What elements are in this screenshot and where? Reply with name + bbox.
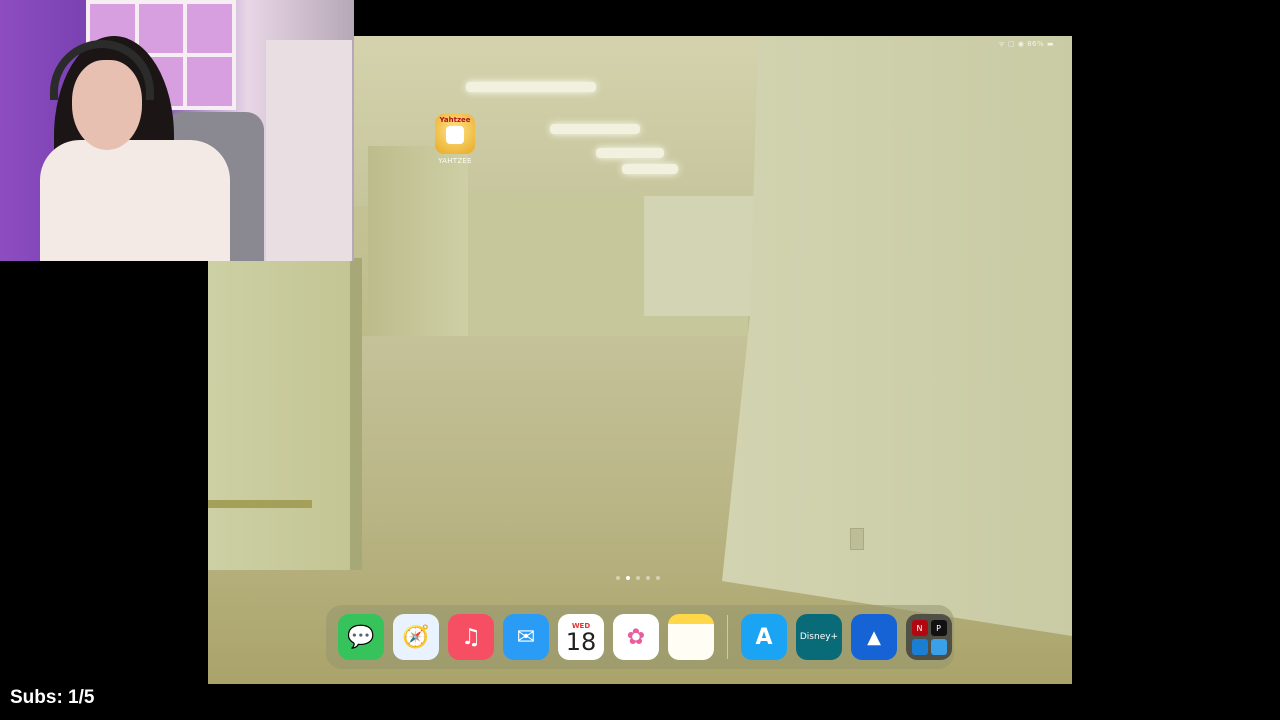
page-dot[interactable] (616, 576, 620, 580)
paramount-glyph: ▲ (867, 626, 881, 648)
music-glyph: ♫ (461, 624, 481, 650)
yahtzee-icon-title: Yahtzee (439, 116, 471, 124)
yahtzee-app[interactable]: Yahtzee YAHTZEE (432, 114, 478, 165)
app-store-icon[interactable]: A (741, 614, 787, 660)
baseboard (208, 500, 312, 508)
calendar-day: 18 (565, 628, 597, 656)
dice-icon (446, 126, 464, 144)
dock: 💬 🧭 ♫ ✉ WED 18 ✿ A Disney+ ▲ N P (326, 605, 954, 669)
mail-icon[interactable]: ✉ (503, 614, 549, 660)
page-dot-active[interactable] (626, 576, 630, 580)
calendar-icon[interactable]: WED 18 (558, 614, 604, 660)
status-bar: ᯤ ▢ ◉ 86% ▬ (998, 40, 1054, 48)
page-dot[interactable] (656, 576, 660, 580)
app-store-glyph: A (755, 624, 773, 650)
messages-glyph: 💬 (347, 624, 375, 650)
music-icon[interactable]: ♫ (448, 614, 494, 660)
streamer-body (40, 140, 230, 261)
left-pillar-side (350, 258, 362, 570)
photos-glyph: ✿ (626, 624, 646, 650)
disney-plus-icon[interactable]: Disney+ (796, 614, 842, 660)
app-mini-icon (911, 639, 928, 655)
mail-glyph: ✉ (516, 624, 536, 650)
ceiling-light (550, 124, 640, 134)
dock-divider (727, 615, 728, 659)
back-wall-lit (644, 196, 754, 316)
pinterest-mini-icon: P (930, 620, 947, 636)
netflix-mini-icon: N (911, 620, 928, 636)
notes-icon[interactable] (668, 614, 714, 660)
right-pillar (722, 36, 1072, 636)
ceiling-light (596, 148, 664, 158)
webcam-overlay (0, 0, 354, 261)
page-dot[interactable] (646, 576, 650, 580)
ceiling-light (466, 82, 596, 92)
cat-tree (266, 40, 352, 261)
middle-wall (368, 146, 468, 351)
left-pillar (208, 258, 350, 570)
page-dot[interactable] (636, 576, 640, 580)
yahtzee-label: YAHTZEE (438, 157, 472, 165)
photos-icon[interactable]: ✿ (613, 614, 659, 660)
app-library-folder-icon[interactable]: N P (906, 614, 952, 660)
page-indicator[interactable] (616, 576, 660, 580)
messages-icon[interactable]: 💬 (338, 614, 384, 660)
paramount-plus-icon[interactable]: ▲ (851, 614, 897, 660)
wall-outlet (850, 528, 864, 550)
safari-icon[interactable]: 🧭 (393, 614, 439, 660)
yahtzee-icon[interactable]: Yahtzee (435, 114, 475, 154)
subs-counter: Subs: 1/5 (10, 687, 95, 708)
disney-plus-glyph: Disney+ (799, 632, 839, 642)
ceiling-light (622, 164, 678, 174)
safari-glyph: 🧭 (402, 624, 430, 650)
app-mini-icon (930, 639, 947, 655)
